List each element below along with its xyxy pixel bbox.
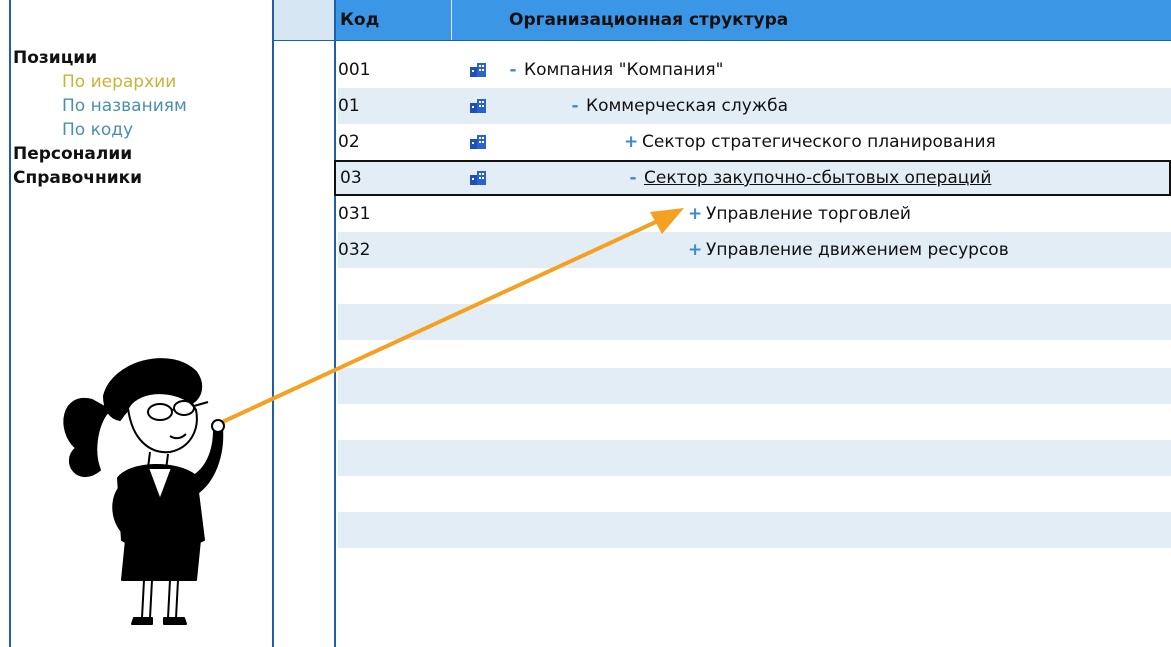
table-row[interactable]: 001 - Компания "Компания"	[338, 52, 1171, 88]
nav-personnel[interactable]: Персоналии	[11, 142, 272, 166]
nav-positions[interactable]: Позиции	[11, 46, 272, 70]
nav-by-code[interactable]: По коду	[11, 118, 272, 142]
spacer-column	[274, 0, 336, 647]
row-label: + Управление движением ресурсов	[688, 232, 1009, 268]
table-row[interactable]: 031 + Управление торговлей	[338, 196, 1171, 232]
row-code: 02	[338, 132, 360, 152]
row-code: 031	[338, 204, 371, 224]
nav-directories[interactable]: Справочники	[11, 166, 272, 190]
nav-by-name[interactable]: По названиям	[11, 94, 272, 118]
empty-row-stripe	[338, 368, 1171, 404]
row-label: + Сектор стратегического планирования	[624, 124, 996, 160]
collapse-toggle-icon[interactable]: -	[506, 52, 520, 88]
column-header-code[interactable]: Код	[340, 0, 452, 40]
grid-header: Код Организационная структура	[336, 0, 1171, 41]
table-row[interactable]: 01 - Коммерческая служба	[338, 88, 1171, 124]
row-code: 03	[340, 168, 362, 188]
row-label: - Компания "Компания"	[506, 52, 723, 88]
row-code: 001	[338, 60, 371, 80]
row-code: 01	[338, 96, 360, 116]
table-row[interactable]: 02 + Сектор стратегического планирования	[338, 124, 1171, 160]
row-label: - Коммерческая служба	[568, 88, 788, 124]
spacer-header	[274, 0, 334, 41]
expand-toggle-icon[interactable]: +	[624, 124, 638, 160]
collapse-toggle-icon[interactable]: -	[626, 162, 640, 194]
table-row[interactable]: 032 + Управление движением ресурсов	[338, 232, 1171, 268]
row-label: + Управление торговлей	[688, 196, 911, 232]
collapse-toggle-icon[interactable]: -	[568, 88, 582, 124]
nav-by-hierarchy[interactable]: По иерархии	[11, 70, 272, 94]
sidebar: Позиции По иерархии По названиям По коду…	[11, 0, 274, 647]
empty-row-stripe	[338, 440, 1171, 476]
empty-row-stripe	[338, 512, 1171, 548]
column-header-org-structure[interactable]: Организационная структура	[509, 0, 788, 40]
expand-toggle-icon[interactable]: +	[688, 232, 702, 268]
building-icon	[470, 135, 486, 149]
row-code: 032	[338, 240, 371, 260]
sidebar-nav: Позиции По иерархии По названиям По коду…	[11, 40, 272, 190]
building-icon	[470, 171, 486, 185]
table-row-selected[interactable]: 03 - Сектор закупочно-сбытовых операций	[334, 160, 1171, 196]
row-label: - Сектор закупочно-сбытовых операций	[626, 162, 991, 194]
tree-grid: 001 - Компания "Компания" 01 - Коммерческа…	[334, 52, 1171, 268]
sidebar-header	[11, 0, 272, 40]
building-icon	[470, 99, 486, 113]
expand-toggle-icon[interactable]: +	[688, 196, 702, 232]
building-icon	[470, 63, 486, 77]
empty-row-stripe	[338, 304, 1171, 340]
